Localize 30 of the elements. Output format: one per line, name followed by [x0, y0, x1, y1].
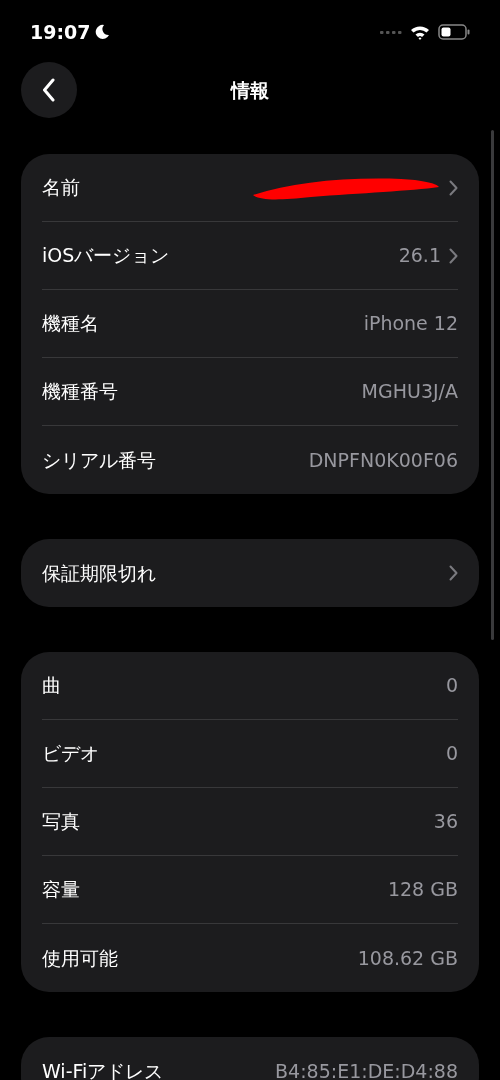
row-label: 保証期限切れ [42, 560, 156, 586]
row-value: MGHU3J/A [361, 379, 458, 405]
row-value: 128 GB [387, 877, 458, 903]
row-value: 0 [445, 741, 458, 767]
row-label: 機種名 [42, 311, 99, 337]
row-label: 写真 [42, 809, 80, 835]
back-button[interactable] [21, 62, 77, 118]
row-label: 機種番号 [42, 379, 118, 405]
row-value: 108.62 GB [357, 945, 458, 971]
row-label: ビデオ [42, 741, 99, 767]
battery-icon [438, 24, 470, 40]
page-title: 情報 [231, 77, 269, 103]
row-value: B4:85:E1:DE:D4:88 [275, 1058, 458, 1080]
row-value: 26.1 [398, 243, 441, 269]
row-label: iOSバージョン [42, 243, 170, 269]
moon-icon [94, 24, 111, 40]
back-chevron-icon [42, 78, 56, 102]
row-value: 36 [433, 809, 458, 835]
row-label: 曲 [42, 673, 61, 699]
row-label: Wi-Fiアドレス [42, 1058, 164, 1080]
row-value: iPhone 12 [363, 311, 458, 337]
wifi-icon [410, 24, 430, 40]
row-label: シリアル番号 [42, 447, 156, 473]
row-label: 名前 [42, 175, 80, 201]
status-time: 19:07 [30, 19, 91, 45]
signal-icon [380, 29, 402, 35]
row-label: 使用可能 [42, 945, 118, 971]
row-label: 容量 [42, 877, 80, 903]
row-value: 0 [445, 673, 458, 699]
row-value: DNPFN0K00F06 [308, 447, 458, 473]
